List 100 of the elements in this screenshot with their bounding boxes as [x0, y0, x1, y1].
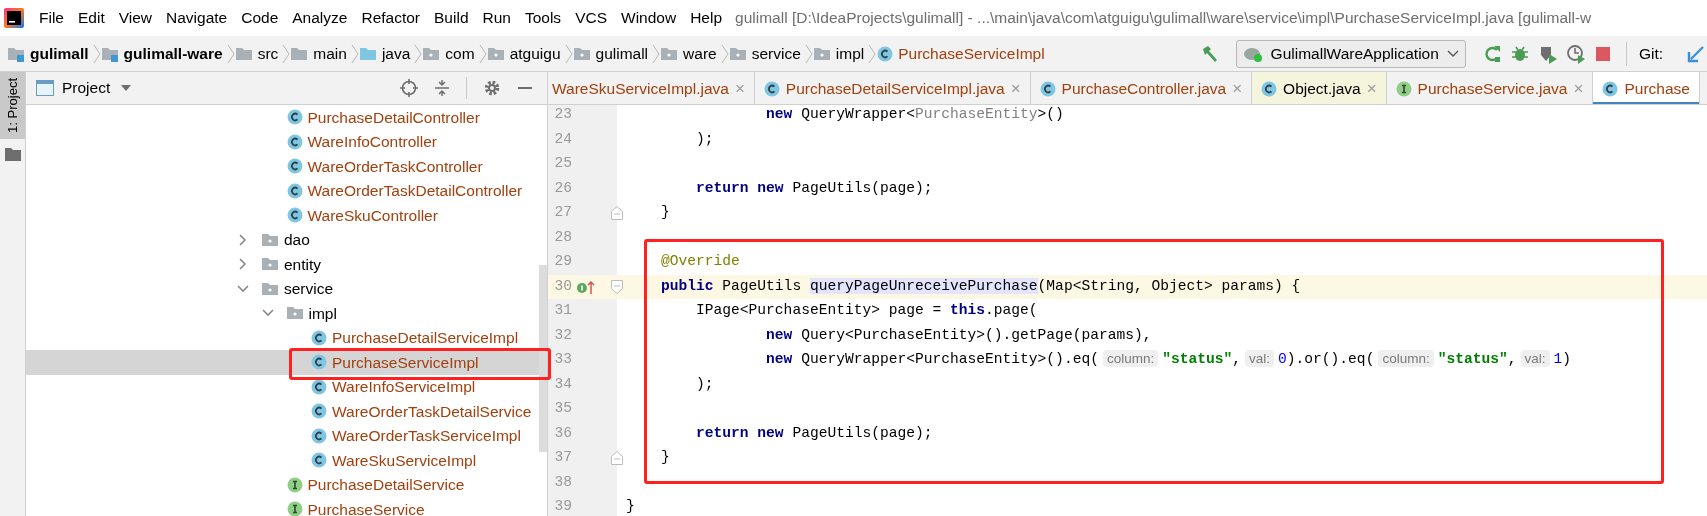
package-icon [262, 256, 279, 273]
tree-item[interactable]: WareOrderTaskController [307, 154, 483, 178]
class-icon [286, 158, 303, 175]
breadcrumb-item[interactable]: gulimall-ware [123, 41, 223, 66]
package-icon [573, 45, 591, 62]
menu-item[interactable]: Analyze [285, 6, 355, 30]
folder-icon [235, 45, 253, 62]
tree-item[interactable]: dao [284, 228, 310, 252]
class-icon [1039, 80, 1056, 97]
interface-icon [286, 501, 303, 516]
breadcrumb-item[interactable]: atguigu [509, 41, 561, 66]
code-line: new QueryWrapper<PurchaseEntity>() [766, 105, 1064, 125]
line-number: 36 [553, 423, 572, 443]
code-line: public PageUtils queryPageUnreceivePurchase(Map<String, Object> params) { [661, 276, 1301, 296]
line-number: 25 [553, 154, 572, 174]
tree-item[interactable]: service [284, 277, 334, 301]
run-config-dropdown[interactable]: GulimallWareApplication [1235, 39, 1466, 68]
fold-icon[interactable] [611, 206, 623, 221]
panel-icon [36, 80, 54, 96]
editor-tab[interactable]: PurchaseDetailServiceImpl.java × [754, 72, 1031, 104]
menu-item[interactable]: Tools [517, 6, 569, 30]
fold-icon[interactable] [611, 279, 623, 294]
interface-icon [286, 476, 303, 493]
line-number: 32 [553, 325, 572, 345]
menu-item[interactable]: Code [234, 6, 286, 30]
tool-window-button[interactable]: 1: Project [0, 72, 25, 139]
menu-item[interactable]: Run [475, 6, 518, 30]
package-icon [286, 305, 304, 322]
target-icon[interactable] [400, 79, 418, 97]
menu-item[interactable]: Build [427, 6, 476, 30]
interface-icon [1395, 80, 1412, 97]
menu-item[interactable]: VCS [568, 6, 614, 30]
profiler-icon[interactable] [1565, 43, 1586, 64]
class-icon [311, 378, 327, 395]
tree-item[interactable]: PurchaseDetailController [307, 105, 480, 129]
implements-icon[interactable] [576, 278, 596, 295]
chevron-icon [563, 42, 574, 65]
line-number: 39 [553, 497, 572, 516]
breadcrumb-item[interactable]: gulimall [595, 41, 649, 66]
breadcrumb-item[interactable]: java [381, 41, 411, 66]
tree-item[interactable]: WareSkuController [307, 203, 438, 227]
settings-icon[interactable] [483, 79, 501, 97]
caret-icon [1446, 49, 1459, 58]
breadcrumb-item[interactable]: gulimall [30, 41, 89, 66]
menu-item[interactable]: Navigate [159, 6, 235, 30]
tree-item[interactable]: WareOrderTaskServiceImpl [332, 424, 521, 448]
tree-item[interactable]: WareOrderTaskDetailService [332, 399, 532, 423]
editor-tab[interactable]: Purchase [1593, 72, 1700, 104]
update-arrow-icon[interactable] [1685, 43, 1707, 64]
menu-item[interactable]: Help [683, 6, 730, 30]
app-logo-icon [4, 8, 24, 28]
menu-item[interactable]: Refactor [354, 6, 428, 30]
tree-item[interactable]: PurchaseDetailService [307, 473, 465, 497]
tree-item[interactable]: entity [284, 252, 322, 276]
package-icon [262, 231, 279, 248]
class-icon [311, 452, 327, 469]
folder-icon [359, 45, 377, 62]
breadcrumb-item[interactable]: main [313, 41, 347, 66]
tree-item[interactable]: PurchaseDetailServiceImpl [332, 326, 519, 350]
code-line: new Query<PurchaseEntity>().getPage(params), [766, 325, 1152, 345]
line-number: 28 [553, 227, 572, 247]
fold-icon[interactable] [611, 451, 623, 466]
tree-item[interactable]: WareInfoController [307, 130, 437, 154]
class-icon [763, 80, 780, 97]
tree-item[interactable]: WareSkuServiceImpl [332, 448, 477, 472]
chevron-icon [349, 42, 360, 65]
breadcrumb-item[interactable]: src [257, 41, 279, 66]
folder-icon [4, 146, 21, 161]
menu-item[interactable]: Edit [71, 6, 112, 30]
tree-item[interactable]: WareOrderTaskDetailController [307, 179, 523, 203]
collapse-icon[interactable] [434, 79, 450, 97]
chevron-icon [719, 42, 730, 65]
editor-tab[interactable]: Object.java × [1252, 72, 1387, 104]
tree-item[interactable]: PurchaseService [307, 497, 425, 516]
menu-item[interactable]: Window [614, 6, 684, 30]
tree-item[interactable]: impl [308, 301, 337, 325]
menu-item[interactable]: File [32, 6, 71, 30]
chevron-icon [651, 42, 662, 65]
scrollbar[interactable] [539, 265, 547, 452]
class-icon [311, 427, 327, 444]
breadcrumb-item[interactable]: PurchaseServiceImpl [898, 41, 1045, 66]
breadcrumb-item[interactable]: impl [835, 41, 865, 66]
line-number: 29 [553, 252, 572, 272]
tree-item[interactable]: WareInfoServiceImpl [332, 375, 476, 399]
chevron-icon [91, 42, 102, 65]
class-icon [1602, 80, 1619, 97]
code-line: } [626, 497, 635, 516]
panel-title[interactable]: Project [62, 76, 111, 100]
package-icon [813, 45, 831, 62]
breadcrumb-item[interactable]: com [445, 41, 475, 66]
menu-item[interactable]: View [111, 6, 160, 30]
code-line: ); [696, 129, 714, 149]
folder-icon [291, 45, 309, 62]
class-icon [286, 109, 303, 126]
breadcrumb-item[interactable]: ware [683, 41, 717, 66]
class-icon [1261, 80, 1278, 97]
class-icon [877, 45, 894, 62]
line-number: 31 [553, 301, 572, 321]
chevron-icon [477, 42, 488, 65]
breadcrumb-item[interactable]: service [751, 41, 801, 66]
